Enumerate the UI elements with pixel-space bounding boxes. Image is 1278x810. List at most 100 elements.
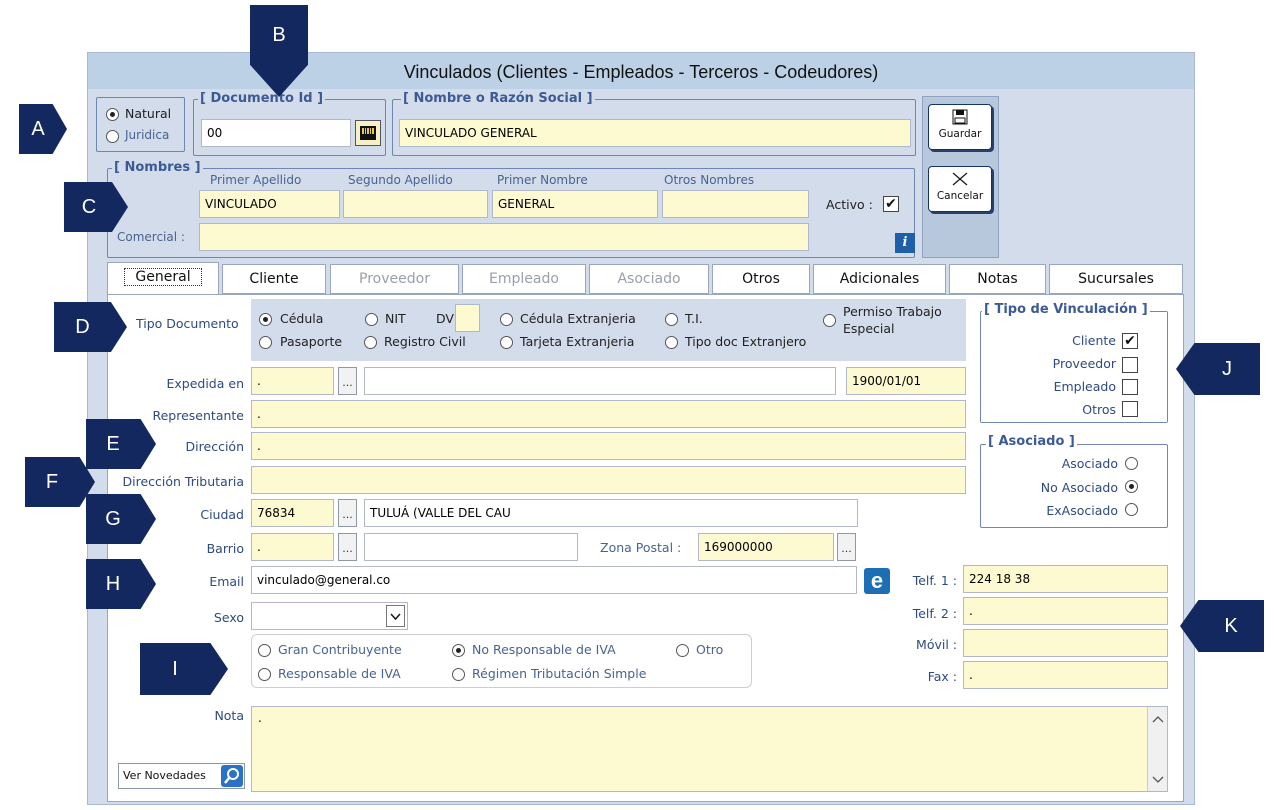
gran-contribuyente-radio[interactable]: [258, 644, 271, 657]
otros-nombres-input[interactable]: [662, 190, 809, 218]
asociado-label: Asociado: [1061, 456, 1118, 471]
telf2-input[interactable]: .: [963, 597, 1168, 625]
otro-radio[interactable]: [676, 644, 689, 657]
tab-otros[interactable]: Otros: [712, 264, 810, 294]
movil-input[interactable]: [963, 629, 1168, 657]
natural-label: Natural: [125, 106, 172, 121]
zona-postal-lookup-button[interactable]: ...: [837, 533, 856, 561]
asociado-radio[interactable]: [1125, 457, 1138, 470]
tab-proveedor[interactable]: Proveedor: [330, 264, 459, 294]
no-asociado-radio[interactable]: [1125, 480, 1138, 493]
zona-postal-input[interactable]: 169000000: [698, 533, 834, 561]
pasaporte-radio[interactable]: [259, 336, 272, 349]
barcode-icon[interactable]: [355, 120, 381, 146]
telf2-label: Telf. 2 :: [912, 606, 957, 621]
tab-notas[interactable]: Notas: [949, 264, 1046, 294]
expedida-code-input[interactable]: .: [251, 367, 334, 395]
no-asociado-label: No Asociado: [1040, 480, 1118, 495]
no-responsable-iva-radio[interactable]: [452, 644, 465, 657]
guardar-button[interactable]: Guardar: [928, 104, 992, 150]
search-icon: [221, 765, 243, 787]
asociado-legend: [ Asociado ]: [986, 434, 1077, 449]
nota-textarea[interactable]: .: [251, 706, 1168, 792]
primer-nombre-input[interactable]: GENERAL: [492, 190, 658, 218]
tab-general[interactable]: General: [107, 262, 219, 295]
dv-input[interactable]: [455, 304, 480, 332]
cedula-extranjeria-radio[interactable]: [500, 313, 513, 326]
tab-asociado[interactable]: Asociado: [589, 264, 709, 294]
nit-label: NIT: [385, 311, 406, 326]
vinc-empleado-checkbox[interactable]: [1122, 379, 1138, 395]
documento-input[interactable]: 00: [201, 119, 351, 147]
ciudad-lookup-button[interactable]: ...: [338, 499, 357, 527]
segundo-apellido-input[interactable]: [343, 190, 488, 218]
responsable-iva-radio[interactable]: [258, 668, 271, 681]
tipo-vinculacion-legend: [ Tipo de Vinculación ]: [982, 302, 1150, 317]
representante-input[interactable]: .: [251, 400, 966, 428]
direccion-input[interactable]: .: [251, 432, 966, 460]
vinc-cliente-checkbox[interactable]: ✔: [1122, 333, 1138, 349]
tipo-doc-extranjero-radio[interactable]: [665, 336, 678, 349]
tab-empleado[interactable]: Empleado: [462, 264, 586, 294]
comercial-input[interactable]: [199, 223, 809, 251]
ti-label: T.I.: [685, 311, 703, 326]
nota-scrollbar[interactable]: [1147, 707, 1167, 791]
sexo-select[interactable]: [251, 602, 408, 630]
info-icon[interactable]: i: [895, 233, 915, 253]
vinc-cliente-label: Cliente: [1072, 333, 1116, 348]
ver-novedades-label: Ver Novedades: [123, 769, 206, 782]
activo-checkbox[interactable]: ✔: [883, 196, 899, 212]
cancelar-button[interactable]: Cancelar: [928, 166, 992, 212]
tarjeta-extranjeria-radio[interactable]: [500, 336, 513, 349]
email-input[interactable]: vinculado@general.co: [251, 566, 857, 594]
razon-social-legend: [ Nombre o Razón Social ]: [401, 91, 595, 106]
chevron-down-icon[interactable]: [386, 605, 405, 627]
direccion-tributaria-label: Dirección Tributaria: [122, 474, 244, 489]
vinc-proveedor-checkbox[interactable]: [1122, 357, 1138, 373]
ver-novedades-button[interactable]: Ver Novedades: [118, 763, 245, 789]
vinc-empleado-label: Empleado: [1053, 379, 1116, 394]
nombres-legend: [ Nombres ]: [112, 160, 203, 175]
tarjeta-extranjeria-label: Tarjeta Extranjeria: [520, 334, 635, 349]
telf1-label: Telf. 1 :: [912, 573, 957, 588]
tipo-doc-extranjero-label: Tipo doc Extranjero: [685, 334, 807, 349]
vinc-otros-label: Otros: [1082, 402, 1116, 417]
otros-nombres-label: Otros Nombres: [664, 173, 755, 187]
ciudad-name-input[interactable]: TULUÁ (VALLE DEL CAU: [364, 499, 858, 527]
telf1-input[interactable]: 224 18 38: [963, 565, 1168, 593]
barrio-lookup-button[interactable]: ...: [338, 533, 357, 561]
regimen-simple-radio[interactable]: [452, 668, 465, 681]
callout-a: A: [19, 104, 67, 154]
permiso-trabajo-radio[interactable]: [823, 314, 836, 327]
exasociado-radio[interactable]: [1125, 503, 1138, 516]
ciudad-code-input[interactable]: 76834: [251, 499, 334, 527]
registro-civil-radio[interactable]: [364, 336, 377, 349]
razon-social-input[interactable]: VINCULADO GENERAL: [399, 119, 911, 147]
tab-cliente[interactable]: Cliente: [222, 264, 326, 294]
barrio-name-input[interactable]: [364, 533, 578, 561]
fecha-input[interactable]: 1900/01/01: [846, 367, 966, 395]
exasociado-label: ExAsociado: [1046, 503, 1118, 518]
cancelar-label: Cancelar: [936, 190, 984, 202]
ti-radio[interactable]: [665, 313, 678, 326]
direccion-tributaria-input[interactable]: [251, 466, 966, 494]
fax-input[interactable]: .: [963, 661, 1168, 689]
expedida-name-input[interactable]: [364, 367, 836, 395]
dv-label: DV: [436, 311, 454, 326]
natural-radio[interactable]: [106, 108, 119, 121]
cedula-radio[interactable]: [259, 313, 272, 326]
callout-i: I: [140, 643, 228, 695]
primer-apellido-input[interactable]: VINCULADO: [199, 190, 340, 218]
pasaporte-label: Pasaporte: [280, 334, 343, 349]
guardar-label: Guardar: [938, 128, 982, 140]
juridica-radio[interactable]: [106, 130, 119, 143]
nit-radio[interactable]: [365, 313, 378, 326]
sexo-label: Sexo: [213, 610, 244, 625]
primer-apellido-label: Primer Apellido: [210, 173, 302, 187]
vinc-proveedor-label: Proveedor: [1052, 356, 1116, 371]
expedida-lookup-button[interactable]: ...: [338, 367, 357, 395]
tab-adicionales[interactable]: Adicionales: [813, 264, 946, 294]
tab-sucursales[interactable]: Sucursales: [1049, 264, 1183, 294]
vinc-otros-checkbox[interactable]: [1122, 401, 1138, 417]
barrio-code-input[interactable]: .: [251, 533, 334, 561]
